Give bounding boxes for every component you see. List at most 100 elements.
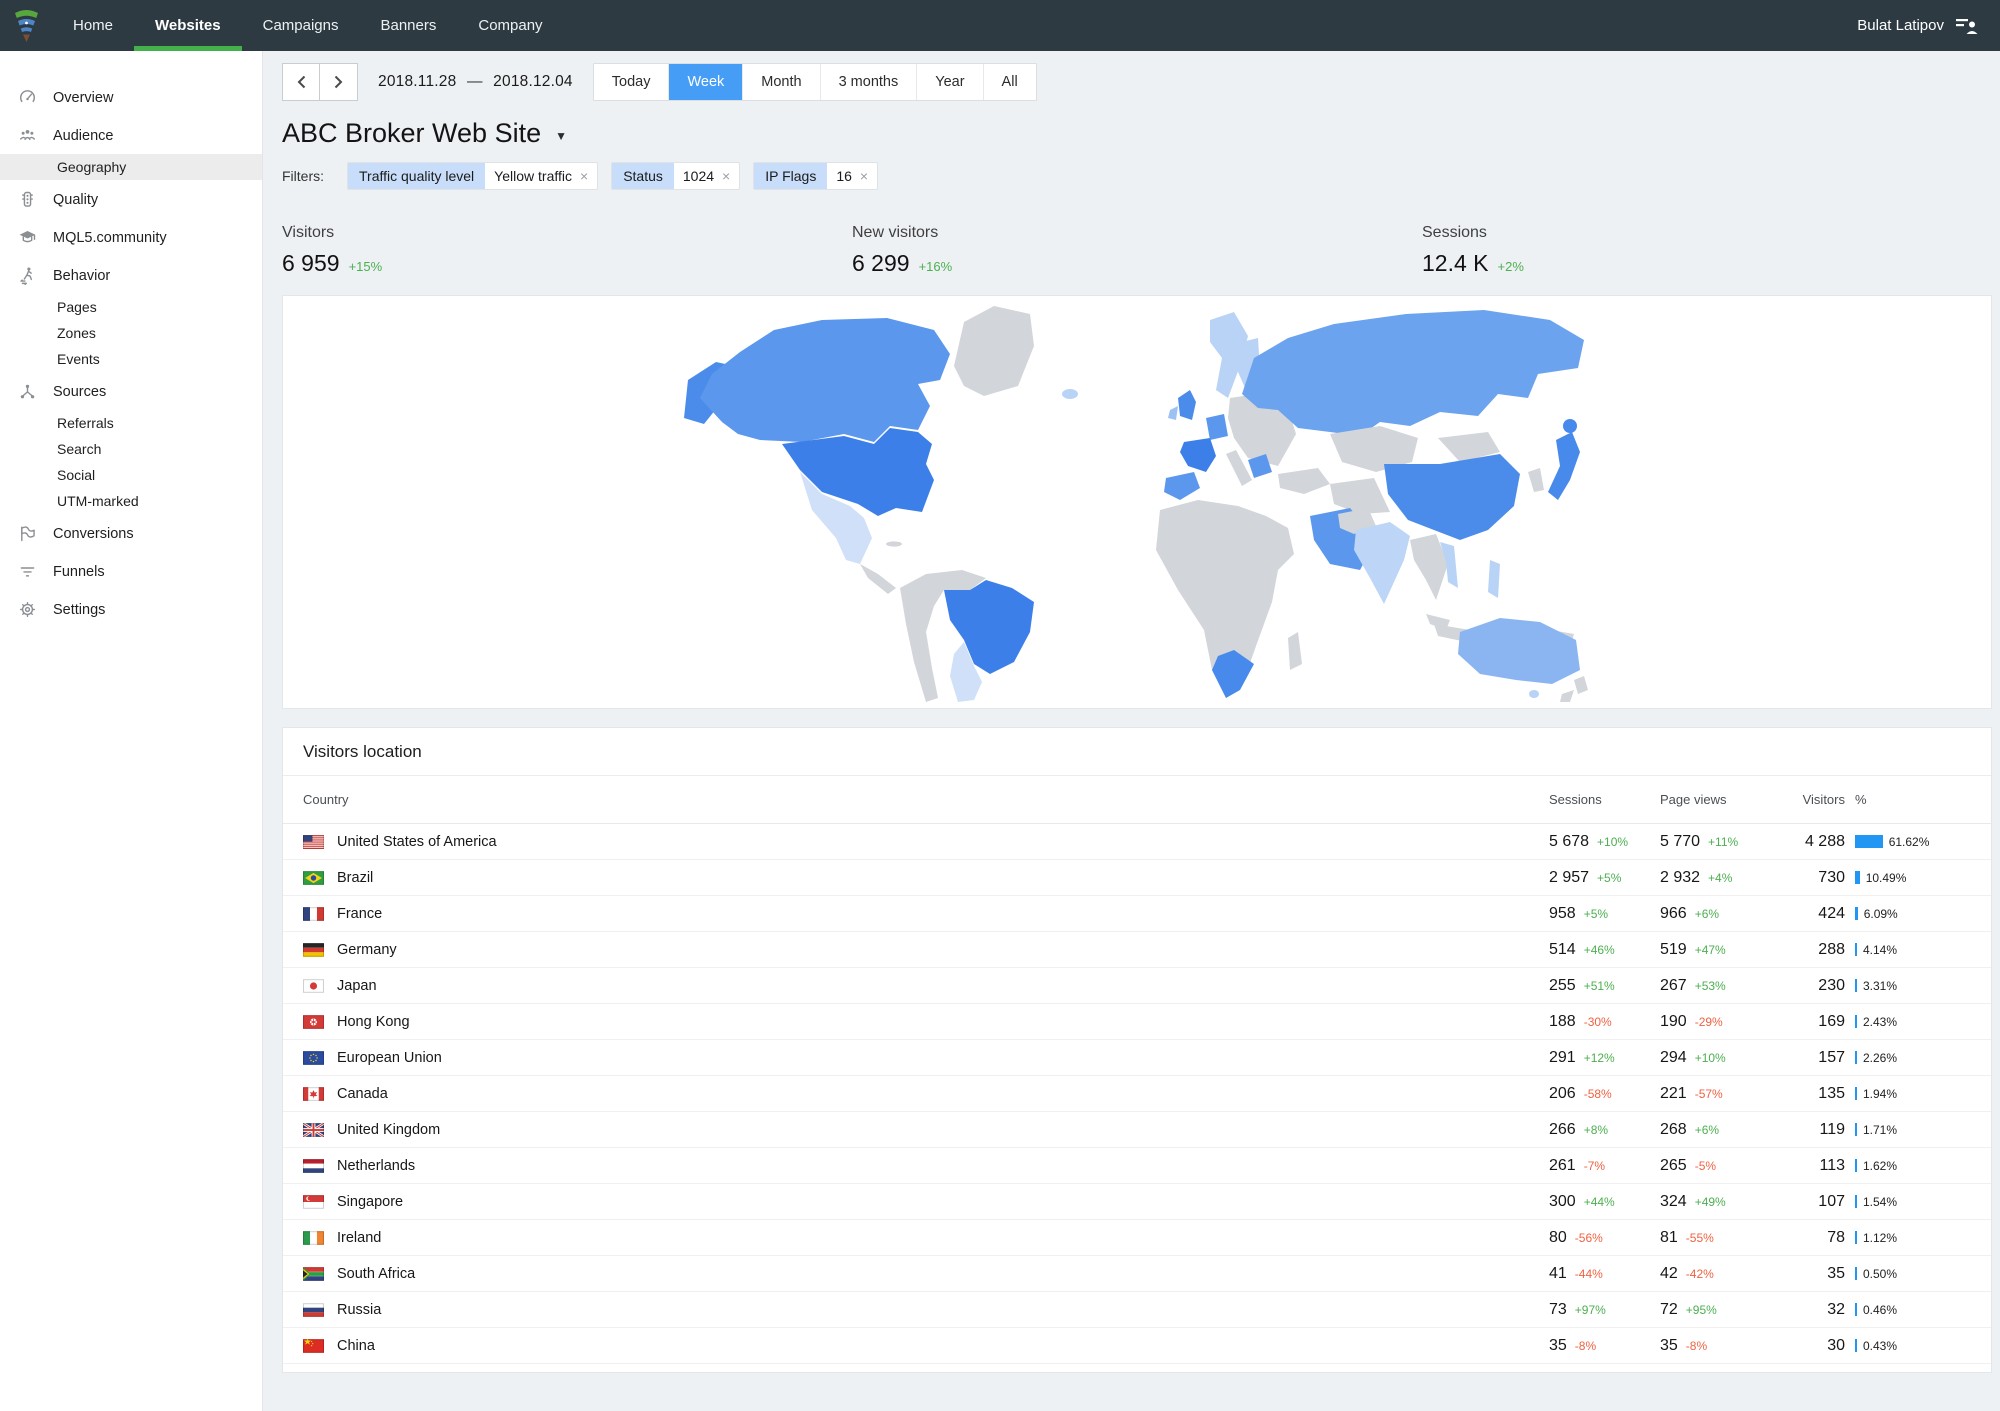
country-name: Japan [337,977,377,994]
close-icon[interactable]: × [722,163,730,189]
column-header-sessions[interactable]: Sessions [1549,792,1660,807]
pageviews-change: +53% [1694,978,1726,993]
table-row-ca[interactable]: Canada 206 -58% 221 -57% 135 1.94% [283,1076,1991,1112]
table-row-sg[interactable]: Singapore 300 +44% 324 +49% 107 1.54% [283,1184,1991,1220]
map-country-ireland[interactable] [1168,406,1178,420]
nav-item-company[interactable]: Company [457,0,563,51]
map-country-philippines[interactable] [1488,560,1500,598]
finteza-logo[interactable] [0,0,52,51]
sidebar-item-settings[interactable]: Settings [0,591,262,628]
next-period-button[interactable] [320,63,358,101]
table-row-br[interactable]: Brazil 2 957 +5% 2 932 +4% 730 10.49% [283,860,1991,896]
sidebar-item-search[interactable]: Search [0,436,262,462]
pageviews-change: -8% [1685,1338,1708,1353]
sessions-cell: 514 +46% [1549,940,1615,958]
pageviews-change: +10% [1694,1050,1726,1065]
range-button-year[interactable]: Year [916,64,983,100]
nav-item-campaigns[interactable]: Campaigns [242,0,360,51]
sessions-cell: 73 +97% [1549,1300,1606,1318]
map-region-iberia[interactable] [1164,472,1200,500]
walking-person-icon [20,267,33,286]
percent-bar [1855,871,1860,884]
date-from: 2018.11.28 [378,73,457,90]
table-row-fr[interactable]: France 958 +5% 966 +6% 424 6.09% [283,896,1991,932]
sidebar-item-audience[interactable]: Audience [0,117,262,154]
map-country-new-zealand-south[interactable] [1560,690,1574,702]
table-row-za[interactable]: South Africa 41 -44% 42 -42% 35 0.50% [283,1256,1991,1292]
country-cell: Brazil [303,870,1549,886]
sidebar-item-geography[interactable]: Geography [0,154,262,180]
map-country-turkey[interactable] [1278,468,1330,494]
map-country-china[interactable] [1384,454,1520,540]
table-row-ru[interactable]: Russia 73 +97% 72 +95% 32 0.46% [283,1292,1991,1328]
table-row-eu[interactable]: European Union 291 +12% 294 +10% 157 2.26% [283,1040,1991,1076]
map-country-uk[interactable] [1178,390,1196,420]
filter-chip-traffic-quality-level[interactable]: Traffic quality level Yellow traffic × [347,162,599,190]
map-country-korea[interactable] [1528,468,1544,492]
map-country-canada[interactable] [700,318,950,442]
map-country-cuba[interactable] [886,541,902,547]
close-icon[interactable]: × [580,163,588,189]
sidebar-item-overview[interactable]: Overview [0,79,262,116]
filter-chip-status[interactable]: Status 1024 × [611,162,741,190]
column-header-country[interactable]: Country [303,792,1549,807]
nav-item-websites[interactable]: Websites [134,0,242,51]
sidebar-item-utm-marked[interactable]: UTM-marked [0,488,262,514]
sidebar-group-behavior: Behavior Pages Zones Events [0,257,262,372]
map-country-france[interactable] [1180,438,1216,472]
map-country-new-zealand-north[interactable] [1574,676,1588,694]
map-country-japan-hokkaido[interactable] [1563,419,1577,433]
range-button-all[interactable]: All [982,64,1036,100]
table-row-nl[interactable]: Netherlands 261 -7% 265 -5% 113 1.62% [283,1148,1991,1184]
map-country-russia[interactable] [1242,310,1584,436]
map-country-greenland[interactable] [954,306,1034,396]
column-header-visitors[interactable]: Visitors [1760,792,1845,807]
prev-period-button[interactable] [282,63,320,101]
country-cell: Japan [303,978,1549,994]
table-row-us[interactable]: United States of America 5 678 +10% 5 770 +1… [283,824,1991,860]
map-country-iceland[interactable] [1062,389,1078,399]
sidebar-item-sources[interactable]: Sources [0,373,262,410]
table-row-de[interactable]: Germany 514 +46% 519 +47% 288 4.14% [283,932,1991,968]
column-header-percent[interactable]: % [1845,792,1971,807]
map-country-germany[interactable] [1206,414,1228,440]
sidebar-item-zones[interactable]: Zones [0,320,262,346]
map-country-madagascar[interactable] [1288,632,1302,670]
range-button-3-months[interactable]: 3 months [819,64,917,100]
range-button-month[interactable]: Month [742,64,820,100]
sidebar-item-behavior[interactable]: Behavior [0,257,262,294]
map-country-india[interactable] [1354,522,1410,604]
table-row-jp[interactable]: Japan 255 +51% 267 +53% 230 3.31% [283,968,1991,1004]
column-header-pageviews[interactable]: Page views [1660,792,1760,807]
map-country-usa[interactable] [782,428,934,516]
map-country-iran[interactable] [1330,478,1390,514]
close-icon[interactable]: × [860,163,868,189]
sidebar-item-quality[interactable]: Quality [0,181,262,218]
nav-item-home[interactable]: Home [52,0,134,51]
map-country-australia[interactable] [1458,618,1580,684]
table-row-ie[interactable]: Ireland 80 -56% 81 -55% 78 1.12% [283,1220,1991,1256]
table-row-gb[interactable]: United Kingdom 266 +8% 268 +6% 119 1.71% [283,1112,1991,1148]
table-row-hk[interactable]: Hong Kong 188 -30% 190 -29% 169 2.43% [283,1004,1991,1040]
user-menu[interactable]: Bulat Latipov [1857,0,2000,51]
sessions-cell: 41 -44% [1549,1264,1603,1282]
range-button-week[interactable]: Week [668,64,743,100]
filter-chip-ip-flags[interactable]: IP Flags 16 × [753,162,879,190]
site-selector[interactable]: ABC Broker Web Site ▼ [282,118,567,149]
sidebar-item-events[interactable]: Events [0,346,262,372]
sidebar-item-funnels[interactable]: Funnels [0,553,262,590]
country-name: Germany [337,941,397,958]
map-region-central-america[interactable] [860,564,896,594]
sidebar-item-label: Overview [53,89,114,106]
sidebar-item-social[interactable]: Social [0,462,262,488]
sidebar-item-mql5-community[interactable]: MQL5.community [0,219,262,256]
sidebar-item-referrals[interactable]: Referrals [0,410,262,436]
map-country-tasmania[interactable] [1529,690,1539,698]
range-button-today[interactable]: Today [593,64,669,100]
sidebar-item-conversions[interactable]: Conversions [0,515,262,552]
map-country-japan[interactable] [1548,432,1580,500]
sidebar-item-pages[interactable]: Pages [0,294,262,320]
sidebar-item-label: Conversions [53,525,134,542]
table-row-cn[interactable]: China 35 -8% 35 -8% 30 0.43% [283,1328,1991,1364]
nav-item-banners[interactable]: Banners [359,0,457,51]
